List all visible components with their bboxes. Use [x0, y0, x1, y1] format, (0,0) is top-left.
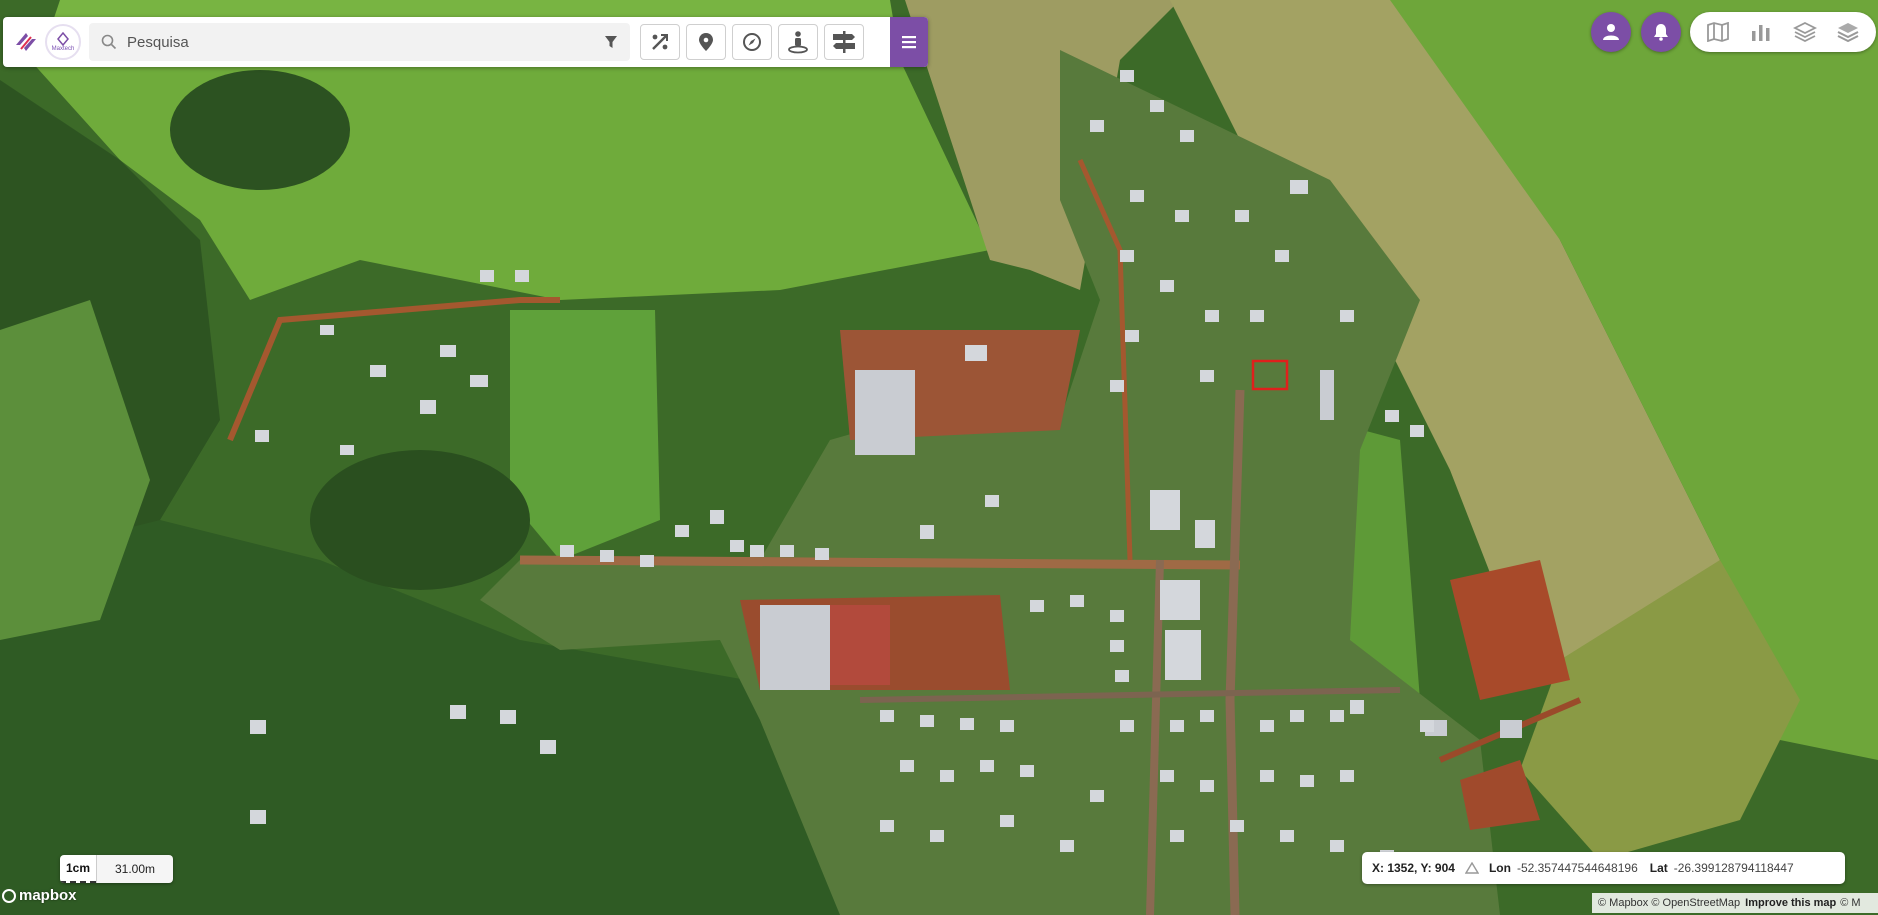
search-toolbar: Maxtech: [3, 17, 928, 67]
layer-controls: [1690, 12, 1876, 52]
scale-distance: 31.00m: [96, 855, 173, 883]
layers-filled-icon: [1837, 23, 1859, 43]
mapbox-logo-icon: [2, 888, 16, 903]
hamburger-menu-icon: [902, 36, 916, 49]
measure-tool-button[interactable]: [640, 24, 680, 60]
scale-unit: 1cm: [60, 855, 96, 883]
street-view-icon: [788, 31, 808, 54]
signpost-icon: [833, 31, 855, 53]
attribution-text[interactable]: © Mapbox © OpenStreetMap: [1598, 897, 1740, 909]
map-attribution: © Mapbox © OpenStreetMap Improve this ma…: [1592, 893, 1878, 913]
company-logo[interactable]: Maxtech: [45, 24, 81, 60]
improve-map-link[interactable]: Improve this map: [1745, 897, 1836, 909]
lat-label: Lat: [1649, 861, 1668, 875]
statistics-button[interactable]: [1745, 16, 1777, 48]
satellite-map[interactable]: [0, 0, 1878, 915]
layers-button[interactable]: [1832, 16, 1864, 48]
search-field: [89, 23, 630, 61]
layers-outline-icon: [1792, 21, 1817, 43]
compass-icon: [743, 33, 761, 51]
mapbox-logo-text: mapbox: [19, 887, 77, 904]
search-icon: [101, 34, 117, 50]
bell-icon: [1654, 24, 1668, 41]
compass-button[interactable]: [732, 24, 772, 60]
location-pin-icon: [699, 33, 713, 51]
coordinate-readout: X: 1352, Y: 904 Lon -52.357447544648196 …: [1362, 852, 1845, 884]
mapbox-logo[interactable]: mapbox: [2, 887, 77, 904]
aerial-imagery: [0, 0, 1878, 915]
lon-value: -52.357447544648196: [1516, 861, 1638, 875]
filter-icon[interactable]: [602, 33, 620, 51]
logo-caption: Maxtech: [51, 45, 75, 52]
user-icon: [1603, 24, 1619, 40]
lat-value: -26.399128794118447: [1673, 861, 1794, 875]
search-input[interactable]: [125, 32, 599, 52]
map-view-button[interactable]: [1702, 16, 1734, 48]
signpost-button[interactable]: [824, 24, 864, 60]
main-menu-button[interactable]: [890, 17, 928, 67]
measure-tool-icon: [652, 34, 668, 50]
street-view-button[interactable]: [778, 24, 818, 60]
notifications-button[interactable]: [1641, 12, 1681, 52]
warning-triangle-icon: [1464, 862, 1479, 874]
layers-outline-button[interactable]: [1789, 16, 1821, 48]
app-logo-icon[interactable]: [11, 27, 41, 57]
pixel-coordinates: X: 1352, Y: 904: [1372, 861, 1455, 875]
map-icon: [1706, 22, 1729, 42]
map-scale: 1cm 31.00m: [60, 855, 173, 883]
user-profile-button[interactable]: [1591, 12, 1631, 52]
lon-label: Lon: [1488, 861, 1511, 875]
attribution-tail[interactable]: © M: [1840, 897, 1860, 909]
diamond-logo-icon: [57, 31, 69, 46]
location-pin-button[interactable]: [686, 24, 726, 60]
bar-chart-icon: [1752, 25, 1770, 41]
